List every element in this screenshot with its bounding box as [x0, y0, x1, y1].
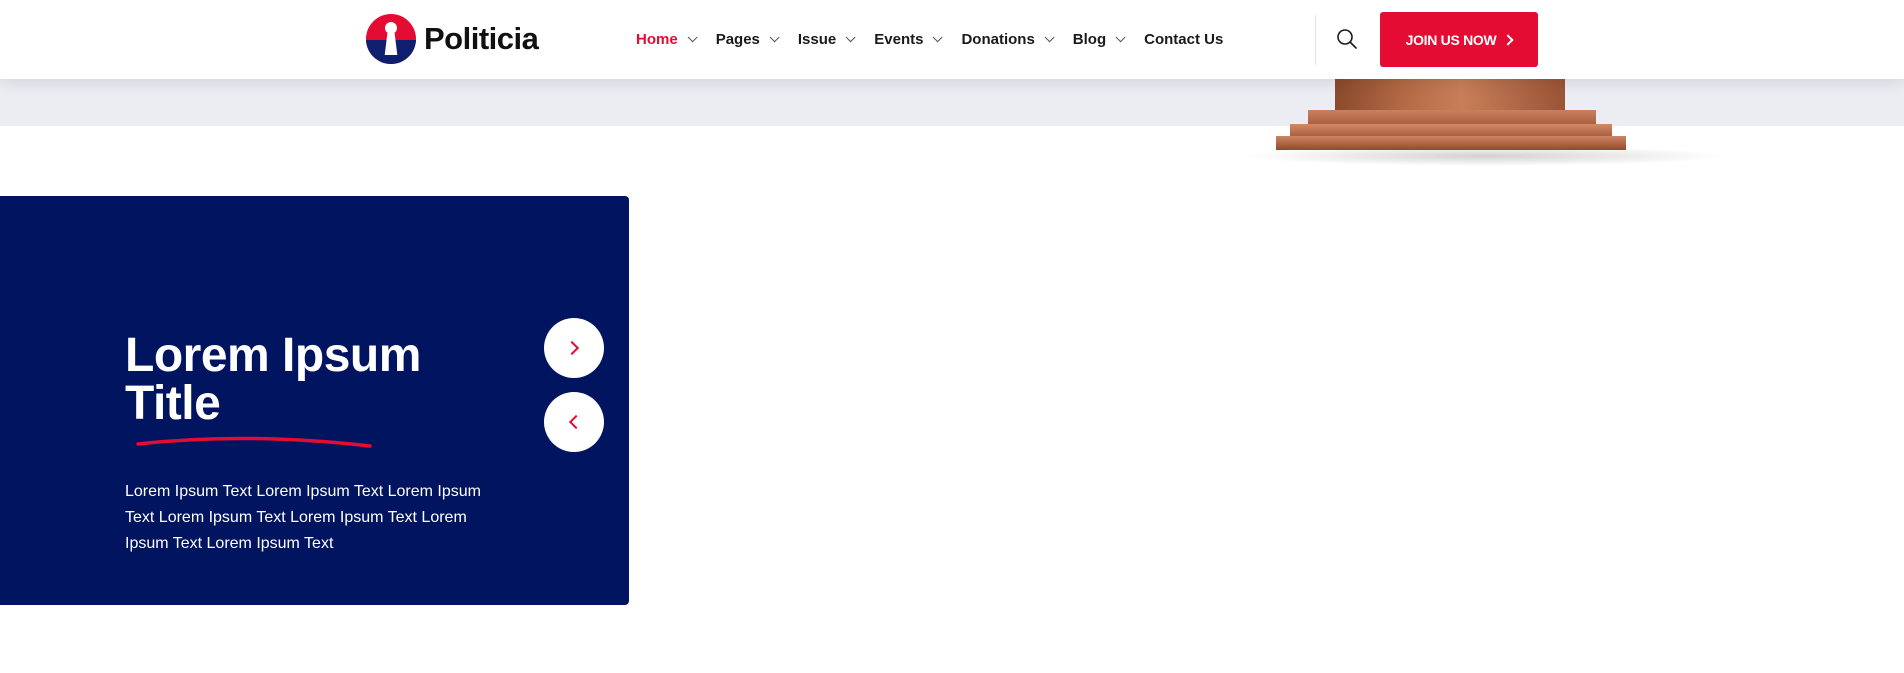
pedestal-step	[1276, 136, 1626, 150]
slider-next-button[interactable]	[544, 318, 604, 378]
card-text: Lorem Ipsum Text Lorem Ipsum Text Lorem …	[125, 483, 481, 552]
site-logo[interactable]: Politicia	[366, 14, 539, 64]
main-nav: Home Pages Issue Events Donations Blog C…	[636, 0, 1245, 79]
nav-item-contact[interactable]: Contact Us	[1144, 31, 1223, 48]
chevron-down-icon	[687, 32, 698, 43]
chevron-down-icon	[845, 32, 856, 43]
title-underline	[136, 436, 372, 448]
nav-item-blog[interactable]: Blog	[1072, 31, 1126, 48]
nav-item-donations[interactable]: Donations	[961, 31, 1055, 48]
chevron-left-icon	[568, 414, 584, 430]
chevron-right-icon	[1502, 33, 1515, 46]
header-divider	[1315, 15, 1316, 65]
join-us-label: JOIN US NOW	[1405, 31, 1497, 48]
nav-item-pages[interactable]: Pages	[715, 31, 780, 48]
nav-item-label: Issue	[797, 31, 837, 48]
nav-item-label: Pages	[715, 31, 760, 48]
chevron-down-icon	[769, 32, 780, 43]
nav-item-events[interactable]: Events	[874, 31, 944, 48]
join-us-button[interactable]: JOIN US NOW	[1380, 12, 1538, 67]
nav-item-home[interactable]: Home	[636, 31, 698, 48]
chevron-right-icon	[564, 340, 580, 356]
search-icon[interactable]	[1335, 27, 1359, 51]
nav-item-label: Events	[874, 31, 924, 48]
chevron-down-icon	[1044, 32, 1055, 43]
chevron-down-icon	[933, 32, 944, 43]
nav-item-issue[interactable]: Issue	[797, 31, 856, 48]
nav-item-label: Home	[636, 31, 678, 48]
feature-card: Lorem Ipsum Title Lorem Ipsum Text Lorem…	[0, 196, 629, 605]
site-header: Politicia Home Pages Issue Events Donati…	[0, 0, 1904, 79]
nav-item-label: Contact Us	[1144, 31, 1224, 48]
nav-item-label: Donations	[961, 31, 1035, 48]
slider-prev-button[interactable]	[544, 392, 604, 452]
nav-item-label: Blog	[1072, 31, 1107, 48]
card-title: Lorem Ipsum Title	[125, 329, 421, 430]
logo-icon	[366, 14, 416, 64]
logo-text: Politicia	[424, 21, 539, 56]
chevron-down-icon	[1115, 32, 1126, 43]
